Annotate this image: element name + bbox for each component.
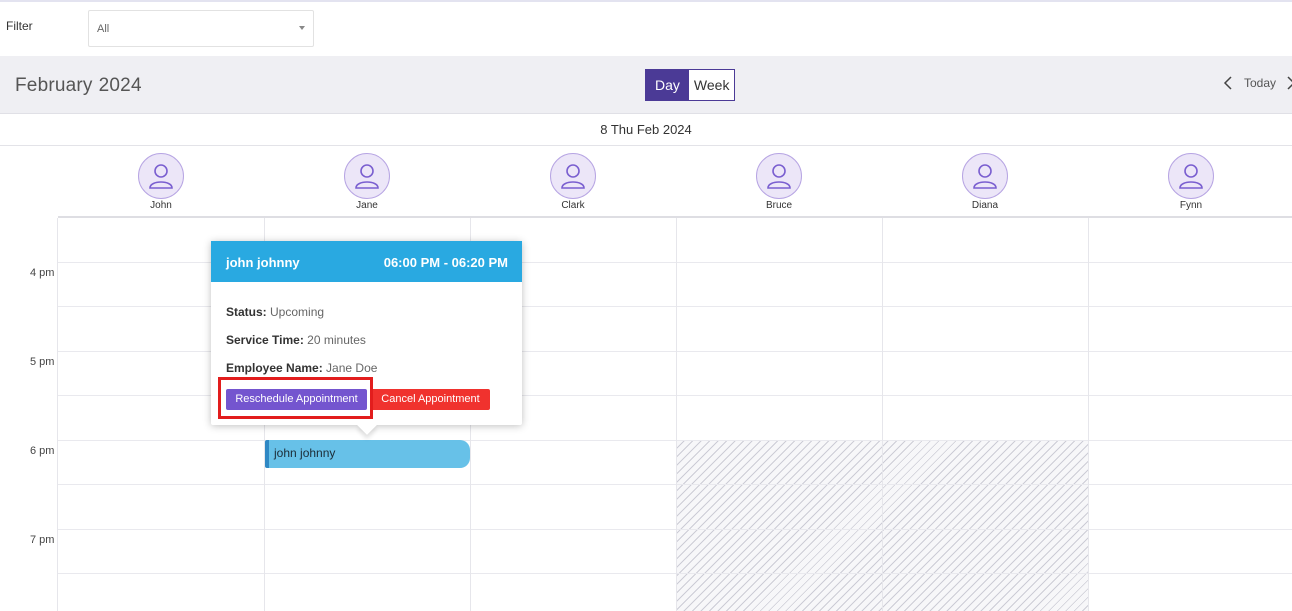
employee-value: Jane Doe <box>326 361 378 375</box>
user-icon <box>962 153 1008 199</box>
view-toggle: Day Week <box>645 69 736 101</box>
grid-column-line <box>676 218 677 611</box>
filter-selected-value: All <box>97 23 110 35</box>
user-icon <box>344 153 390 199</box>
popup-time: 06:00 PM - 06:20 PM <box>383 255 508 270</box>
resource-john[interactable]: John <box>58 146 264 216</box>
highlight-box <box>218 377 373 419</box>
filter-select[interactable]: All <box>88 10 314 47</box>
month-title: February 2024 <box>15 75 142 97</box>
date-navigation: Today <box>1220 75 1292 91</box>
filter-label: Filter <box>6 19 33 33</box>
status-value: Upcoming <box>270 305 325 319</box>
service-time-value: 20 minutes <box>307 333 366 347</box>
resource-header: John Jane Clark Bruce Diana Fynn <box>58 146 1292 218</box>
resource-bruce[interactable]: Bruce <box>676 146 882 216</box>
resource-clark[interactable]: Clark <box>470 146 676 216</box>
popup-status: Status: Upcoming <box>226 305 324 319</box>
month-name: February <box>15 75 93 96</box>
resource-name: Diana <box>971 200 999 211</box>
grid-line <box>58 484 1292 485</box>
event-title: john johnny <box>274 446 336 460</box>
user-icon <box>138 153 184 199</box>
cancel-appointment-button[interactable]: Cancel Appointment <box>371 389 490 410</box>
calendar-toolbar: February 2024 Day Week Today <box>0 56 1292 114</box>
time-label-5pm: 5 pm <box>30 356 55 368</box>
status-label: Status: <box>226 305 267 319</box>
current-date: 8 Thu Feb 2024 <box>600 122 692 137</box>
chevron-left-icon[interactable] <box>1220 75 1236 91</box>
year: 2024 <box>98 75 142 96</box>
resource-name: Bruce <box>765 200 793 211</box>
today-button[interactable]: Today <box>1244 76 1276 90</box>
resource-jane[interactable]: Jane <box>264 146 470 216</box>
view-week-button[interactable]: Week <box>689 70 735 100</box>
popup-employee: Employee Name: Jane Doe <box>226 361 377 375</box>
time-label-6pm: 6 pm <box>30 445 55 457</box>
grid-line <box>58 529 1292 530</box>
user-icon <box>756 153 802 199</box>
grid-line <box>58 440 1292 441</box>
resource-diana[interactable]: Diana <box>882 146 1088 216</box>
view-day-button[interactable]: Day <box>646 70 689 100</box>
grid-column-line <box>882 218 883 611</box>
chevron-right-icon[interactable] <box>1284 75 1292 91</box>
resource-name: John <box>150 200 172 211</box>
grid-column-line <box>57 218 58 611</box>
service-time-label: Service Time: <box>226 333 304 347</box>
grid-column-line <box>1088 218 1089 611</box>
chevron-down-icon <box>299 26 305 30</box>
resource-name: Fynn <box>1179 200 1203 211</box>
time-label-4pm: 4 pm <box>30 267 55 279</box>
user-icon <box>550 153 596 199</box>
resource-fynn[interactable]: Fynn <box>1088 146 1292 216</box>
resource-name: Clark <box>561 200 585 211</box>
popup-title: john johnny <box>226 255 300 270</box>
date-header: 8 Thu Feb 2024 <box>0 114 1292 146</box>
user-icon <box>1168 153 1214 199</box>
appointment-event[interactable]: john johnny <box>265 440 470 468</box>
popup-service-time: Service Time: 20 minutes <box>226 333 366 347</box>
resource-name: Jane <box>356 200 378 211</box>
grid-line <box>58 573 1292 574</box>
time-label-7pm: 7 pm <box>30 534 55 546</box>
top-border <box>0 0 1292 2</box>
employee-label: Employee Name: <box>226 361 323 375</box>
schedule-grid[interactable]: 4 pm 5 pm 6 pm 7 pm john johnny <box>0 218 1292 611</box>
popup-header: john johnny 06:00 PM - 06:20 PM <box>211 241 522 282</box>
